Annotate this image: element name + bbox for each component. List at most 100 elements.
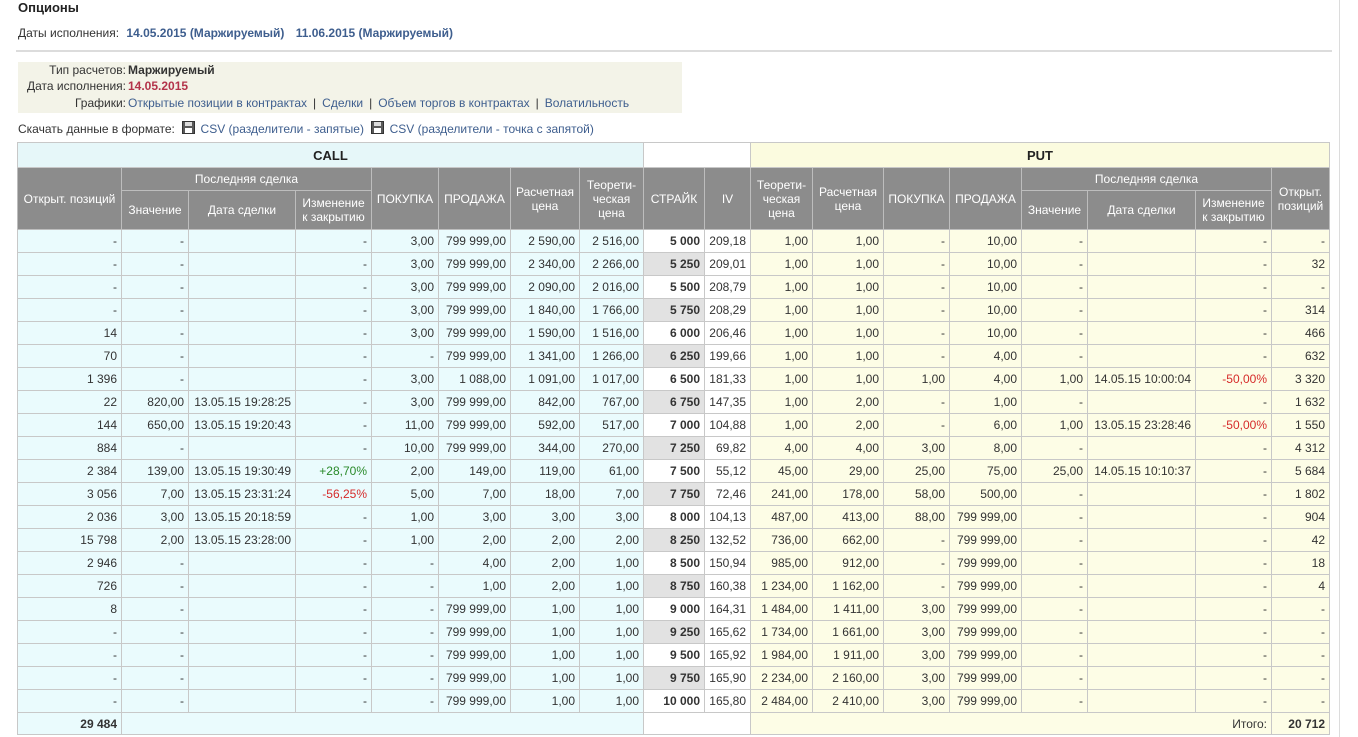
call-settle-price-cell: 1,00 bbox=[510, 643, 580, 667]
call-last-value-cell: - bbox=[121, 643, 189, 667]
put-theor-price-cell: 1 234,00 bbox=[750, 574, 813, 598]
call-last-value-cell: - bbox=[121, 321, 189, 345]
iv-cell: 150,94 bbox=[704, 551, 751, 575]
call-trade-date-cell: 13.05.15 20:18:59 bbox=[188, 505, 296, 529]
call-buy-cell: 3,00 bbox=[371, 367, 439, 391]
col-put-buy: ПОКУПКА bbox=[883, 167, 950, 230]
put-settle-price-cell: 2 160,00 bbox=[812, 666, 884, 690]
put-last-value-cell: - bbox=[1021, 344, 1088, 368]
table-row: - - -3,00 799 999,00 2 090,00 2 016,00 5 500 20… bbox=[17, 275, 1330, 299]
strike-cell: 9 000 bbox=[643, 597, 705, 621]
put-last-value-cell: 1,00 bbox=[1021, 413, 1088, 437]
put-settle-price-cell: 1,00 bbox=[812, 298, 884, 322]
col-call-last-trade: Последняя сделка bbox=[121, 167, 372, 191]
call-change-cell: -56,25% bbox=[295, 482, 372, 506]
table-row: 2 384 139,00 13.05.15 19:30:49 +28,70% 2,00 1… bbox=[17, 459, 1330, 483]
strike-cell: 10 000 bbox=[643, 689, 705, 713]
call-open-positions-cell: - bbox=[17, 229, 122, 253]
put-change-cell: - bbox=[1195, 390, 1272, 414]
put-change-cell: - bbox=[1195, 298, 1272, 322]
csv-semicolon-link[interactable]: CSV (разделители - точка с запятой) bbox=[390, 122, 594, 136]
put-theor-price-cell: 1,00 bbox=[750, 390, 813, 414]
floppy-disk-icon[interactable] bbox=[182, 121, 196, 134]
call-open-positions-cell: 22 bbox=[17, 390, 122, 414]
put-last-value-cell: - bbox=[1021, 298, 1088, 322]
call-open-positions-total: 29 484 bbox=[17, 712, 122, 735]
put-sell-cell: 799 999,00 bbox=[949, 689, 1022, 713]
put-change-cell: - bbox=[1195, 597, 1272, 621]
call-theor-price-cell: 1 766,00 bbox=[579, 298, 644, 322]
iv-cell: 199,66 bbox=[704, 344, 751, 368]
floppy-disk-icon[interactable] bbox=[371, 121, 385, 134]
call-sell-cell: 799 999,00 bbox=[438, 643, 511, 667]
call-change-cell: - bbox=[295, 528, 372, 552]
put-settle-price-cell: 29,00 bbox=[812, 459, 884, 483]
put-last-value-cell: - bbox=[1021, 643, 1088, 667]
call-trade-date-cell bbox=[188, 252, 296, 276]
table-row: - - -3,00 799 999,00 1 840,00 1 766,00 5 750 20… bbox=[17, 298, 1330, 322]
call-open-positions-cell: 14 bbox=[17, 321, 122, 345]
call-trade-date-cell bbox=[188, 298, 296, 322]
call-sell-cell: 1,00 bbox=[438, 574, 511, 598]
call-buy-cell: - bbox=[371, 620, 439, 644]
put-sell-cell: 6,00 bbox=[949, 413, 1022, 437]
put-settle-price-cell: 178,00 bbox=[812, 482, 884, 506]
put-trade-date-cell: 14.05.15 10:10:37 bbox=[1087, 459, 1196, 483]
col-iv: IV bbox=[704, 167, 751, 230]
iv-cell: 165,80 bbox=[704, 689, 751, 713]
call-theor-price-cell: 270,00 bbox=[579, 436, 644, 460]
put-sell-cell: 10,00 bbox=[949, 229, 1022, 253]
put-trade-date-cell: 14.05.15 10:00:04 bbox=[1087, 367, 1196, 391]
call-last-value-cell: 3,00 bbox=[121, 505, 189, 529]
expiry-date-link-2[interactable]: 11.06.2015 (Маржируемый) bbox=[296, 26, 453, 40]
call-theor-price-cell: 1,00 bbox=[579, 574, 644, 598]
table-row: - - - -799 999,00 1,00 1,00 9 750 165,90 2 234,0… bbox=[17, 666, 1330, 690]
put-theor-price-cell: 4,00 bbox=[750, 436, 813, 460]
put-open-positions-cell: - bbox=[1271, 620, 1330, 644]
call-last-value-cell: 2,00 bbox=[121, 528, 189, 552]
strike-cell: 5 500 bbox=[643, 275, 705, 299]
put-change-cell: - bbox=[1195, 436, 1272, 460]
table-row: 70- - -799 999,00 1 341,00 1 266,00 6 250 199,… bbox=[17, 344, 1330, 368]
put-trade-date-cell bbox=[1087, 229, 1196, 253]
put-settle-price-cell: 1,00 bbox=[812, 321, 884, 345]
iv-cell: 208,29 bbox=[704, 298, 751, 322]
table-row: 144 650,00 13.05.15 19:20:43-11,00 799 999,… bbox=[17, 413, 1330, 437]
put-trade-date-cell bbox=[1087, 275, 1196, 299]
call-change-cell: - bbox=[295, 597, 372, 621]
csv-comma-link[interactable]: CSV (разделители - запятые) bbox=[201, 122, 364, 136]
strike-cell: 6 250 bbox=[643, 344, 705, 368]
put-open-positions-cell: 904 bbox=[1271, 505, 1330, 529]
strike-cell: 5 250 bbox=[643, 252, 705, 276]
expiry-date-link-1[interactable]: 14.05.2015 (Маржируемый) bbox=[126, 26, 284, 40]
call-settle-price-cell: 1,00 bbox=[510, 666, 580, 690]
call-theor-price-cell: 1 516,00 bbox=[579, 321, 644, 345]
call-change-cell: - bbox=[295, 505, 372, 529]
call-sell-cell: 799 999,00 bbox=[438, 620, 511, 644]
chart-link-open-interest[interactable]: Открытые позиции в контрактах bbox=[128, 96, 307, 110]
put-buy-cell: 25,00 bbox=[883, 459, 950, 483]
call-open-positions-cell: - bbox=[17, 252, 122, 276]
iv-cell: 164,31 bbox=[704, 597, 751, 621]
put-open-positions-cell: 42 bbox=[1271, 528, 1330, 552]
table-row: 2 946- - -4,00 2,00 1,00 8 500 150,94 985,00 912… bbox=[17, 551, 1330, 575]
put-settle-price-cell: 1,00 bbox=[812, 252, 884, 276]
table-row: 884- -10,00 799 999,00 344,00 270,00 7 250 69,… bbox=[17, 436, 1330, 460]
chart-link-volatility[interactable]: Волатильность bbox=[545, 96, 629, 110]
call-last-value-cell: - bbox=[121, 229, 189, 253]
strike-cell: 5 000 bbox=[643, 229, 705, 253]
chart-link-volume[interactable]: Объем торгов в контрактах bbox=[378, 96, 529, 110]
call-change-cell: - bbox=[295, 689, 372, 713]
call-open-positions-cell: 3 056 bbox=[17, 482, 122, 506]
call-trade-date-cell bbox=[188, 643, 296, 667]
chart-link-trades[interactable]: Сделки bbox=[322, 96, 363, 110]
col-put-settle-price: Расчетная цена bbox=[812, 167, 884, 230]
put-settle-price-cell: 1,00 bbox=[812, 229, 884, 253]
put-open-positions-cell: 1 550 bbox=[1271, 413, 1330, 437]
put-open-positions-cell: - bbox=[1271, 597, 1330, 621]
strike-cell: 8 250 bbox=[643, 528, 705, 552]
put-buy-cell: - bbox=[883, 574, 950, 598]
call-open-positions-cell: 2 036 bbox=[17, 505, 122, 529]
put-theor-price-cell: 985,00 bbox=[750, 551, 813, 575]
call-theor-price-cell: 1,00 bbox=[579, 551, 644, 575]
